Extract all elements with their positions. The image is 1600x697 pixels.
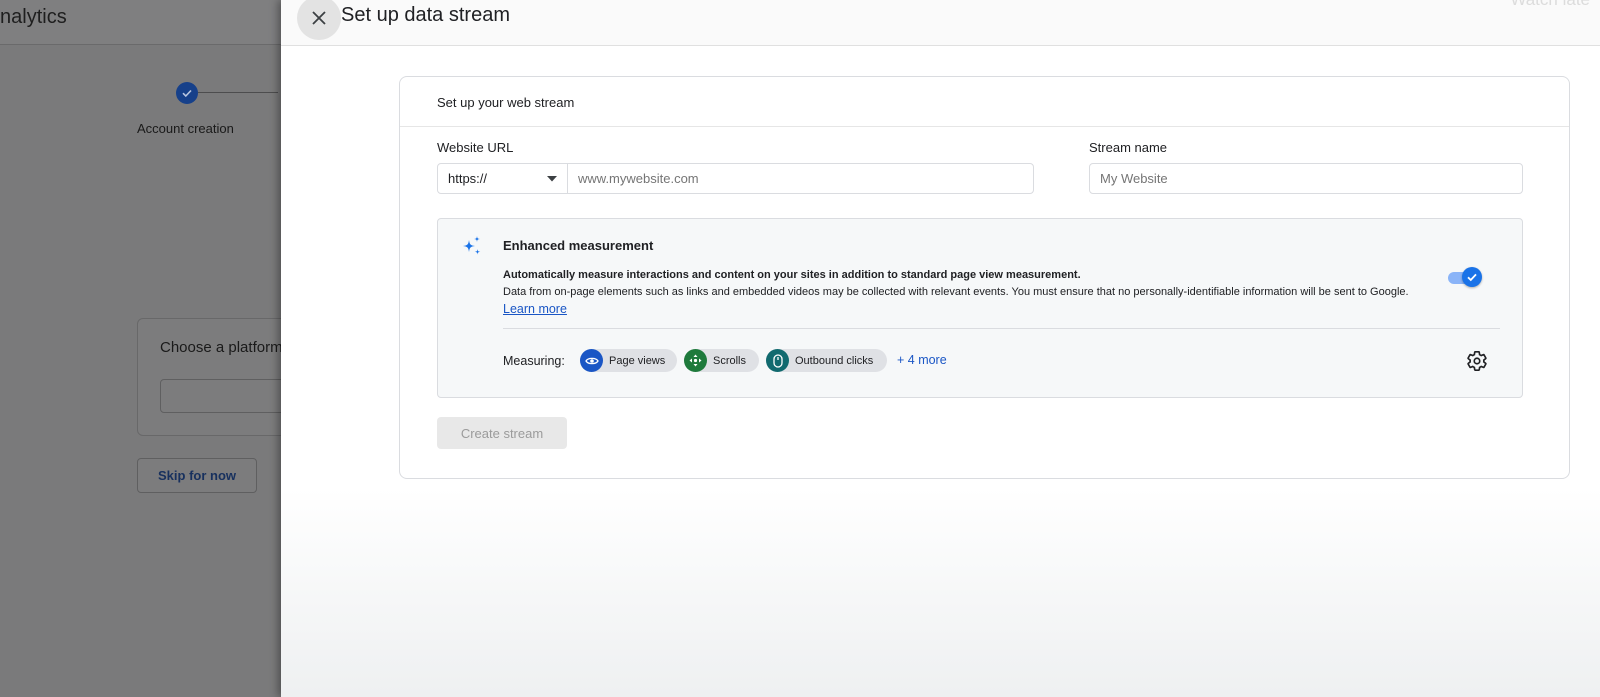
card-header: Set up your web stream (400, 77, 1569, 127)
enhanced-measurement-section: Enhanced measurement Automatically measu… (437, 218, 1523, 398)
stream-name-input[interactable] (1089, 163, 1523, 194)
step-complete-icon (176, 82, 198, 104)
chip-outbound-clicks: Outbound clicks (766, 349, 887, 372)
stream-name-label: Stream name (1089, 140, 1168, 155)
mouse-icon (766, 349, 789, 372)
enhanced-measurement-toggle[interactable] (1448, 267, 1482, 287)
drawer-header: Set up data stream Watch late (281, 0, 1600, 46)
enhanced-measurement-title: Enhanced measurement (503, 238, 654, 253)
app-title: nalytics (0, 6, 67, 28)
create-stream-button[interactable]: Create stream (437, 417, 567, 449)
chip-label: Outbound clicks (795, 354, 874, 367)
scroll-arrows-icon (684, 349, 707, 372)
close-icon (312, 11, 326, 25)
eye-icon (580, 349, 603, 372)
watch-later-overlay: Watch late (1510, 0, 1590, 10)
protocol-value: https:// (448, 171, 488, 186)
divider (503, 328, 1500, 329)
check-icon (1467, 273, 1477, 282)
measuring-label: Measuring: (503, 354, 565, 368)
chip-scrolls: Scrolls (684, 349, 759, 372)
chip-page-views: Page views (580, 349, 677, 372)
web-stream-card: Set up your web stream Website URL https… (399, 76, 1570, 479)
website-url-label: Website URL (437, 140, 514, 155)
drawer-title: Set up data stream (341, 4, 510, 26)
background-topbar: nalytics (0, 0, 300, 45)
chip-label: Page views (609, 354, 666, 367)
sparkle-icon (463, 236, 481, 255)
more-measurements-link[interactable]: + 4 more (897, 353, 947, 367)
enhanced-measurement-description: Data from on-page elements such as links… (503, 286, 1409, 298)
protocol-select[interactable]: https:// (437, 163, 568, 194)
learn-more-link[interactable]: Learn more (503, 302, 567, 316)
toggle-thumb (1462, 267, 1482, 287)
setup-data-stream-drawer: Set up data stream Watch late Set up you… (281, 0, 1600, 697)
platform-card-title: Choose a platform (160, 339, 283, 356)
stepper-connector (198, 92, 278, 93)
step-label-account-creation: Account creation (137, 121, 234, 136)
dropdown-arrow-icon (547, 175, 557, 181)
card-header-title: Set up your web stream (437, 95, 575, 110)
close-button[interactable] (297, 0, 341, 40)
chip-label: Scrolls (713, 354, 747, 367)
website-url-input[interactable] (567, 163, 1034, 194)
gear-icon[interactable] (1466, 350, 1488, 372)
enhanced-measurement-summary: Automatically measure interactions and c… (503, 269, 1081, 281)
skip-for-now-button[interactable]: Skip for now (137, 458, 257, 493)
